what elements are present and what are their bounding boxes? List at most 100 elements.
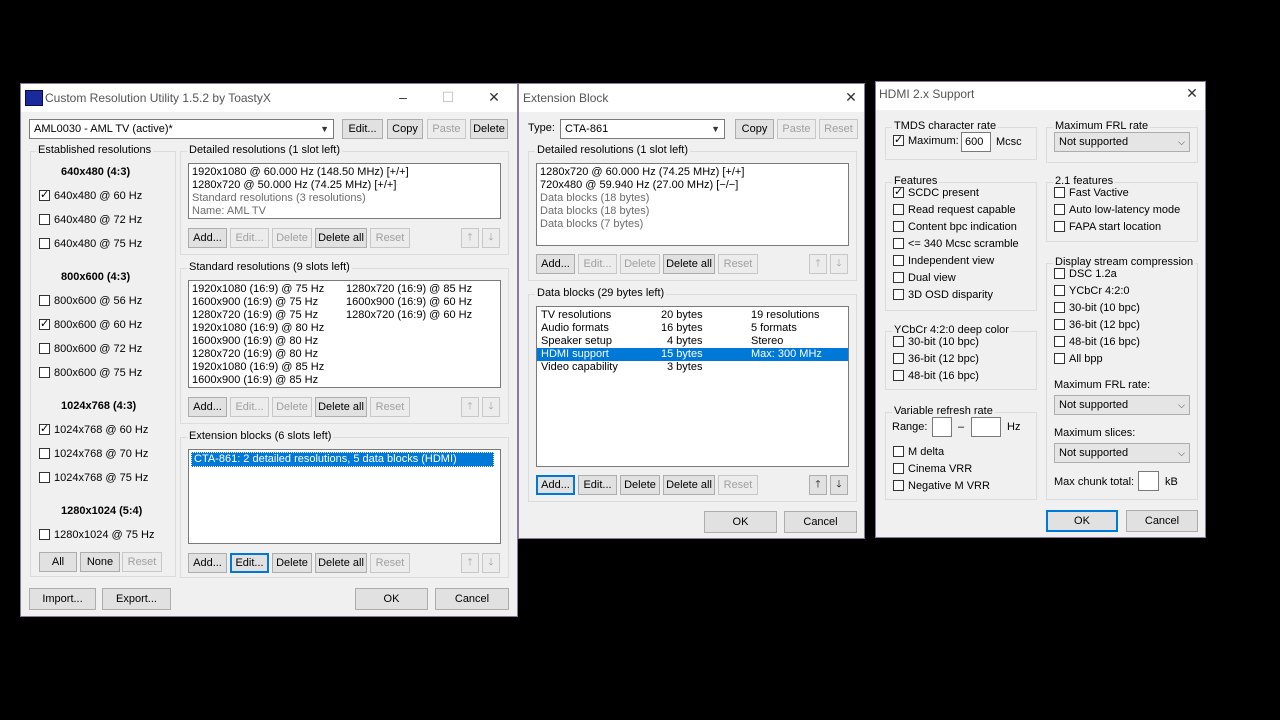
checkbox-box[interactable] [39,367,50,378]
list-item[interactable]: 1920x1080 (16:9) @ 85 Hz [192,361,324,374]
delete-all-datablock-button[interactable]: Delete all [663,475,715,495]
edit-detailed-button[interactable]: Edit... [578,254,617,274]
reset-extension-button[interactable]: Reset [370,553,410,573]
ok-button[interactable]: OK [704,511,777,533]
table-row[interactable]: TV resolutions 20 bytes 19 resolutions [537,309,848,322]
move-down-icon[interactable]: 🡓 [830,475,848,495]
add-detailed-button[interactable]: Add... [536,254,575,274]
dsc-36bit-checkbox[interactable]: 36-bit (12 bpc) [1054,319,1140,332]
checkbox-box[interactable] [893,255,904,266]
move-up-icon[interactable]: 🡑 [461,553,479,573]
dsc-48bit-checkbox[interactable]: 48-bit (16 bpc) [1054,336,1140,349]
list-item[interactable]: Data blocks (7 bytes) [540,218,643,231]
move-down-icon[interactable]: 🡓 [482,228,500,248]
type-select[interactable]: CTA-861 ▼ [560,119,725,139]
list-item[interactable]: Name: AML TV [192,205,266,218]
fapa-checkbox[interactable]: FAPA start location [1054,221,1161,234]
delete-standard-button[interactable]: Delete [272,397,312,417]
ycbcr-36bit-checkbox[interactable]: 36-bit (12 bpc) [893,353,979,366]
delete-all-extension-button[interactable]: Delete all [315,553,367,573]
checkbox-box[interactable] [893,463,904,474]
checkbox-box[interactable] [39,529,50,540]
move-down-icon[interactable]: 🡓 [482,397,500,417]
ext-titlebar[interactable]: Extension Block ✕ [519,84,864,112]
list-item[interactable]: 1600x900 (16:9) @ 80 Hz [192,335,318,348]
checkbox-box[interactable] [893,446,904,457]
checkbox-box[interactable] [1054,319,1065,330]
content-bpc-checkbox[interactable]: Content bpc indication [893,221,1017,234]
reset-datablock-button[interactable]: Reset [718,475,758,495]
checkbox-box[interactable] [893,133,904,146]
edit-standard-button[interactable]: Edit... [230,397,269,417]
import-button[interactable]: Import... [29,588,96,610]
checkbox-box[interactable] [893,480,904,491]
vrr-min-input[interactable] [932,417,952,437]
dual-view-checkbox[interactable]: Dual view [893,272,956,285]
independent-view-checkbox[interactable]: Independent view [893,255,994,268]
move-up-icon[interactable]: 🡑 [461,397,479,417]
checkbox-1024x768-60[interactable]: 1024x768 @ 60 Hz [39,422,148,437]
move-up-icon[interactable]: 🡑 [809,475,827,495]
checkbox-640x480-72[interactable]: 640x480 @ 72 Hz [39,214,142,227]
checkbox-box[interactable] [1054,268,1065,279]
checkbox-box[interactable] [893,204,904,215]
export-button[interactable]: Export... [102,588,171,610]
reset-button[interactable]: Reset [819,119,858,139]
list-item-selected[interactable]: CTA-861: 2 detailed resolutions, 5 data … [191,452,494,467]
checkbox-box[interactable] [1054,353,1065,364]
checkbox-800x600-60[interactable]: 800x600 @ 60 Hz [39,317,142,332]
checkbox-box[interactable] [39,448,50,459]
cru-titlebar[interactable]: Custom Resolution Utility 1.5.2 by Toast… [21,84,517,112]
checkbox-box[interactable] [1054,204,1065,215]
list-item[interactable]: Data blocks (18 bytes) [540,205,649,218]
display-select[interactable]: AML0030 - AML TV (active)* ▼ [29,119,334,139]
checkbox-box[interactable] [39,188,50,201]
move-down-icon[interactable]: 🡓 [830,254,848,274]
list-item[interactable]: 1920x1080 (16:9) @ 80 Hz [192,322,324,335]
list-item[interactable]: 720x480 @ 59.940 Hz (27.00 MHz) [−/−] [540,179,738,192]
list-item[interactable]: 1280x720 (16:9) @ 75 Hz [192,309,318,322]
list-item[interactable]: 1280x720 (16:9) @ 60 Hz [346,309,472,322]
list-item[interactable]: Standard resolutions (3 resolutions) [192,192,366,205]
tmds-max-input[interactable]: 600 [961,132,991,152]
move-down-icon[interactable]: 🡓 [482,553,500,573]
scramble-checkbox[interactable]: <= 340 Mcsc scramble [893,238,1019,251]
reset-established-button[interactable]: Reset [122,552,162,572]
tmds-maximum-checkbox[interactable]: Maximum: [893,133,959,148]
ok-button[interactable]: OK [1046,510,1118,532]
allm-checkbox[interactable]: Auto low-latency mode [1054,204,1180,217]
delete-detailed-button[interactable]: Delete [272,228,312,248]
checkbox-box[interactable] [893,353,904,364]
datablocks-list[interactable]: TV resolutions 20 bytes 19 resolutions A… [536,306,849,467]
scdc-present-checkbox[interactable]: SCDC present [893,185,979,200]
checkbox-800x600-56[interactable]: 800x600 @ 56 Hz [39,295,142,308]
add-detailed-button[interactable]: Add... [188,228,227,248]
ok-button[interactable]: OK [355,588,428,610]
checkbox-box[interactable] [39,343,50,354]
fast-vactive-checkbox[interactable]: Fast Vactive [1054,187,1129,200]
checkbox-box[interactable] [893,336,904,347]
table-row[interactable]: Audio formats 16 bytes 5 formats [537,322,848,335]
list-item[interactable]: 1920x1080 (16:9) @ 75 Hz [192,283,324,296]
frl-select[interactable]: Not supported ⌵ [1054,132,1190,152]
table-row-selected[interactable]: HDMI support 15 bytes Max: 300 MHz [537,348,848,361]
add-datablock-button[interactable]: Add... [536,475,575,495]
checkbox-640x480-60[interactable]: 640x480 @ 60 Hz [39,188,142,203]
detailed-list[interactable]: 1920x1080 @ 60.000 Hz (148.50 MHz) [+/+]… [188,163,501,219]
detailed-list[interactable]: 1280x720 @ 60.000 Hz (74.25 MHz) [+/+] 7… [536,163,849,246]
read-request-checkbox[interactable]: Read request capable [893,204,1016,217]
list-item[interactable]: 1600x900 (16:9) @ 85 Hz [192,374,318,387]
checkbox-box[interactable] [1054,302,1065,313]
close-icon[interactable]: ✕ [1182,85,1202,102]
edit-datablock-button[interactable]: Edit... [578,475,617,495]
dsc-12a-checkbox[interactable]: DSC 1.2a [1054,268,1117,281]
move-up-icon[interactable]: 🡑 [809,254,827,274]
list-item[interactable]: 1600x900 (16:9) @ 60 Hz [346,296,472,309]
maximize-icon[interactable]: ☐ [438,89,458,106]
checkbox-800x600-75[interactable]: 800x600 @ 75 Hz [39,367,142,380]
list-item[interactable]: 1280x720 @ 50.000 Hz (74.25 MHz) [+/+] [192,179,396,192]
delete-datablock-button[interactable]: Delete [620,475,660,495]
m-delta-checkbox[interactable]: M delta [893,446,944,459]
osd-disparity-checkbox[interactable]: 3D OSD disparity [893,289,993,302]
checkbox-800x600-72[interactable]: 800x600 @ 72 Hz [39,343,142,356]
